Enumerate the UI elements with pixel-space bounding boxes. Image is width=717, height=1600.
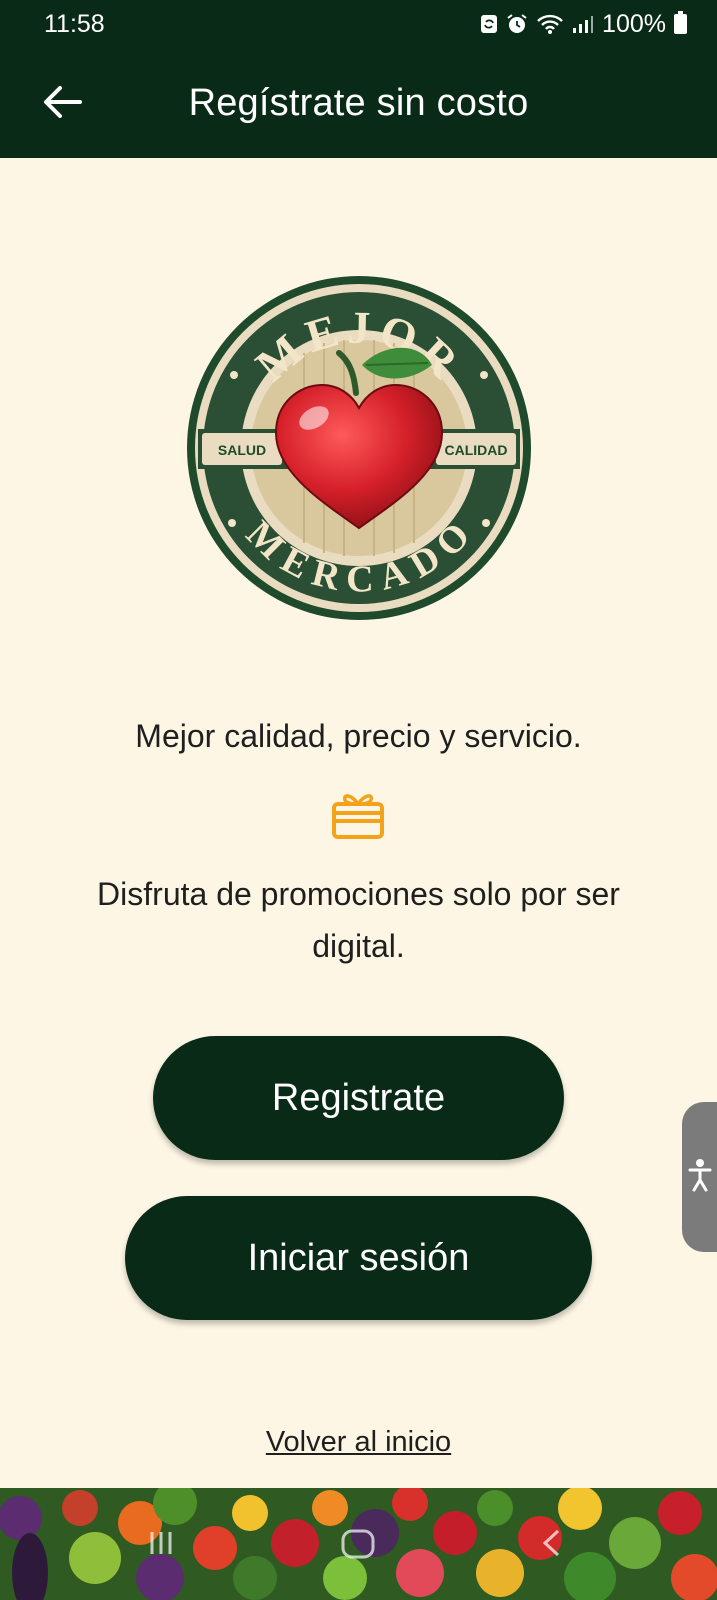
accessibility-icon: [688, 1158, 712, 1197]
signal-icon: [572, 14, 594, 34]
status-bar: 11:58 100%: [0, 0, 717, 48]
arrow-left-icon: [42, 84, 82, 125]
tagline: Mejor calidad, precio y servicio.: [135, 718, 582, 754]
login-button[interactable]: Iniciar sesión: [125, 1196, 592, 1320]
svg-text:CALIDAD: CALIDAD: [445, 442, 508, 458]
svg-text:SALUD: SALUD: [218, 442, 266, 458]
system-nav-bar: [0, 1488, 717, 1600]
battery-icon: [674, 11, 687, 34]
wifi-icon: [536, 13, 564, 35]
app-bar: Regístrate sin costo: [0, 48, 717, 158]
brand-logo: SALUD CALIDAD MEJOR MERCADO: [184, 273, 534, 623]
status-icons: 100%: [480, 10, 687, 39]
back-button[interactable]: [40, 82, 84, 126]
alarm-icon: [506, 13, 528, 35]
status-time: 11:58: [44, 9, 105, 38]
register-button[interactable]: Registrate: [153, 1036, 564, 1160]
recent-apps-icon[interactable]: [146, 1528, 176, 1563]
gift-card-icon: [331, 790, 385, 840]
promo-text: Disfruta de promociones solo por ser dig…: [97, 876, 620, 964]
back-nav-icon[interactable]: [540, 1528, 564, 1563]
home-icon[interactable]: [340, 1528, 376, 1565]
accessibility-tab[interactable]: [682, 1102, 717, 1252]
sync-icon: [480, 14, 498, 34]
battery-percent: 100%: [602, 9, 666, 38]
back-home-link[interactable]: Volver al inicio: [0, 1426, 717, 1459]
page-title: Regístrate sin costo: [188, 81, 529, 124]
